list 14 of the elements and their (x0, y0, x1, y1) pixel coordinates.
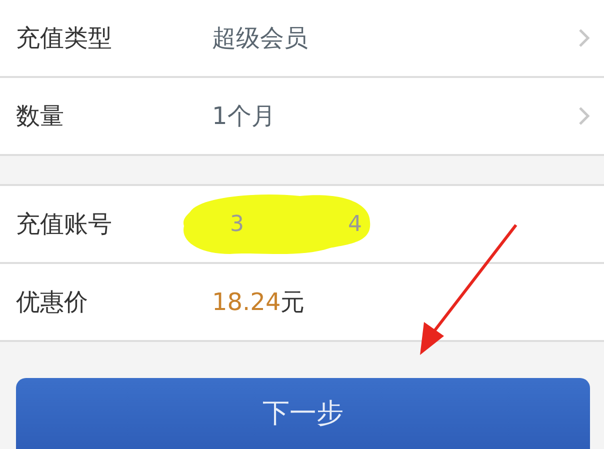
select-row[interactable]: 数量 1个月 (0, 76, 604, 154)
account-digit: 4 (348, 212, 362, 236)
chevron-icon (578, 28, 590, 48)
price-text: 18.24元 (212, 287, 305, 318)
row-label: 数量 (16, 101, 65, 132)
row-label: 优惠价 (16, 287, 89, 318)
row-label: 充值类型 (16, 23, 113, 54)
select-row[interactable]: 充值类型 超级会员 (0, 0, 604, 76)
next-button[interactable]: 下一步 (16, 378, 590, 449)
account-digit: 3 (230, 212, 244, 236)
row-value: 超级会员 (212, 23, 309, 54)
chevron-icon (578, 106, 590, 126)
row-label: 充值账号 (16, 209, 113, 240)
row-value: 1个月 (212, 101, 276, 132)
